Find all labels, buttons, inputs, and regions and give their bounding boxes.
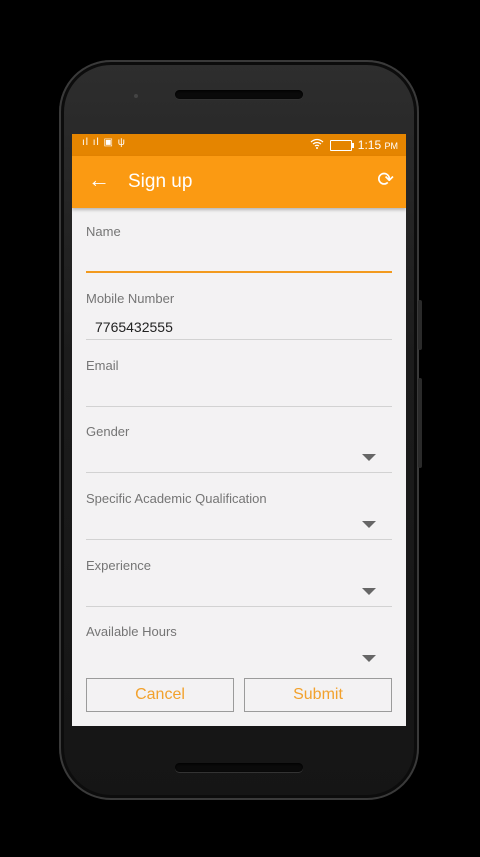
chevron-down-icon[interactable] [362,521,376,528]
wifi-icon [310,138,324,152]
gender-select[interactable]: Gender [86,424,392,474]
gender-underline [86,472,392,473]
email-underline [86,406,392,407]
chevron-down-icon[interactable] [362,588,376,595]
bottom-speaker [175,763,303,772]
hours-select[interactable]: Available Hours [86,624,392,664]
app-screen: ıl ıl ▣ ψ 1:15 PM ← Sign up ⟳ Name Mobil… [72,134,406,726]
status-bar: ıl ıl ▣ ψ 1:15 PM [72,134,406,156]
qualification-underline [86,539,392,540]
hours-label: Available Hours [86,624,177,639]
refresh-icon[interactable]: ⟳ [377,170,394,190]
mobile-field[interactable]: Mobile Number 7765432555 [86,291,392,341]
toolbar: ← Sign up ⟳ [72,156,406,208]
page-title: Sign up [128,171,193,192]
volume-button [418,378,422,468]
name-label: Name [86,224,121,239]
mobile-input[interactable]: 7765432555 [95,319,173,335]
email-label: Email [86,358,119,373]
qualification-label: Specific Academic Qualification [86,491,267,506]
qualification-select[interactable]: Specific Academic Qualification [86,491,392,541]
experience-label: Experience [86,558,152,573]
clock: 1:15 PM [357,138,398,152]
experience-underline [86,606,392,607]
status-right: 1:15 PM [310,138,398,152]
mobile-underline [86,339,392,340]
email-field[interactable]: Email [86,358,392,408]
name-underline [86,271,392,273]
submit-button[interactable]: Submit [244,678,392,712]
experience-select[interactable]: Experience [86,558,392,608]
signal-icons: ıl ıl ▣ ψ [82,137,126,148]
cancel-button[interactable]: Cancel [86,678,234,712]
gender-label: Gender [86,424,130,439]
front-camera [134,94,138,98]
back-arrow-icon[interactable]: ← [88,169,110,191]
chevron-down-icon[interactable] [362,454,376,461]
battery-icon [329,139,354,151]
power-button [418,300,422,350]
mobile-label: Mobile Number [86,291,175,306]
chevron-down-icon[interactable] [362,655,376,662]
name-field[interactable]: Name [86,224,392,274]
top-speaker [175,90,303,99]
